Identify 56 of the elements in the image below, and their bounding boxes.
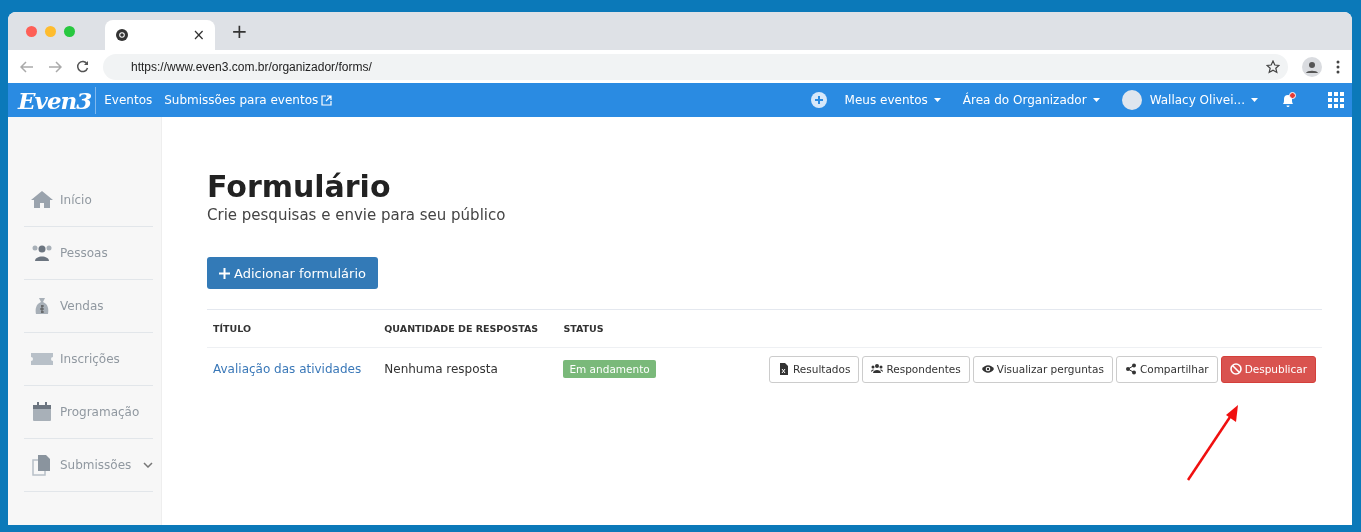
action-button[interactable]: Visualizar perguntas: [972, 355, 1113, 383]
nav-link[interactable]: Eventos: [104, 93, 153, 107]
status-badge: Em andamento: [563, 360, 656, 378]
table-cell: Nenhuma resposta: [384, 362, 498, 376]
sidebar-item[interactable]: Início: [24, 174, 153, 227]
avatar[interactable]: [1121, 90, 1142, 110]
more-icon[interactable]: [1336, 59, 1340, 74]
minimize-window-dot[interactable]: [45, 25, 56, 37]
form-title-link[interactable]: Avaliação das atividades: [213, 362, 362, 376]
user-menu[interactable]: Wallacy Olivei...: [1149, 93, 1258, 107]
new-tab-button[interactable]: +: [231, 19, 248, 43]
plus-icon: [219, 267, 230, 279]
calendar-icon: [30, 400, 54, 424]
column-header: STATUS: [557, 309, 763, 348]
sidebar-item[interactable]: Inscrições: [24, 333, 153, 386]
nav-menu[interactable]: Área do Organizador: [962, 93, 1100, 107]
close-tab-button[interactable]: ×: [192, 26, 205, 44]
back-icon[interactable]: [20, 60, 34, 73]
nav-menu[interactable]: Meus eventos: [844, 93, 941, 107]
sidebar-item[interactable]: Submissões: [24, 439, 153, 492]
caret-icon: [1251, 98, 1258, 102]
apps-grid-icon[interactable]: [1328, 92, 1344, 108]
share-icon: [1124, 363, 1137, 375]
forward-icon[interactable]: [48, 60, 62, 73]
profile-icon[interactable]: [1302, 56, 1322, 77]
add-form-button[interactable]: Adicionar formulário: [207, 257, 378, 289]
page-title: Formulário: [207, 169, 392, 204]
page-subtitle: Crie pesquisas e envie para seu público: [207, 206, 507, 224]
eye-icon: [981, 363, 994, 375]
add-icon[interactable]: [810, 92, 827, 108]
column-header: QUANTIDADE DE RESPOSTAS: [378, 309, 558, 348]
nav-link[interactable]: Submissões para eventos: [164, 93, 319, 107]
maximize-window-dot[interactable]: [64, 25, 75, 37]
spreadsheet-icon: [778, 363, 790, 375]
even3-logo[interactable]: Even3: [18, 86, 97, 114]
external-link-icon: [321, 94, 333, 106]
action-button[interactable]: Despublicar: [1220, 355, 1316, 383]
action-button[interactable]: Compartilhar: [1115, 355, 1218, 383]
reload-icon[interactable]: [76, 60, 89, 73]
chevron-down-icon: [143, 462, 153, 468]
prohibited-icon: [1229, 363, 1242, 375]
column-header: TÍTULO: [207, 309, 379, 348]
caret-icon: [1092, 98, 1100, 102]
address-bar[interactable]: https://www.even3.com.br/organizador/forms/: [103, 53, 1288, 80]
people-icon: [871, 363, 884, 375]
chrome-logo-icon: [115, 28, 129, 42]
close-window-dot[interactable]: [26, 25, 37, 37]
browser-tab[interactable]: ×: [105, 20, 215, 50]
action-button[interactable]: Respondentes: [862, 355, 970, 383]
sidebar-item[interactable]: Vendas: [24, 280, 153, 333]
action-button[interactable]: Resultados: [769, 355, 860, 383]
bell-icon[interactable]: [1280, 92, 1296, 108]
sidebar-item[interactable]: Pessoas: [24, 227, 153, 280]
sidebar-item[interactable]: Programação: [24, 386, 153, 439]
caret-icon: [933, 98, 941, 102]
star-icon[interactable]: [1266, 59, 1280, 74]
